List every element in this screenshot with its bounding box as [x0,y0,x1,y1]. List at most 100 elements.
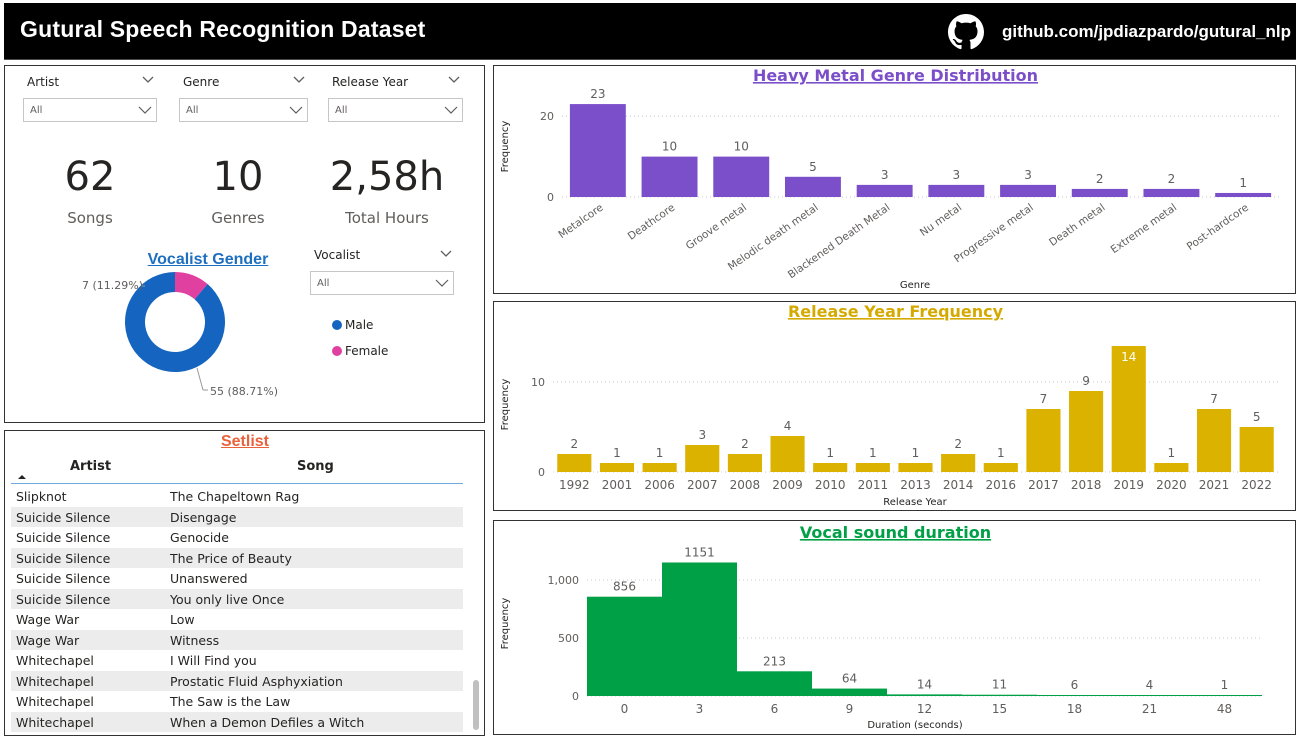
chevron-down-icon [289,106,303,114]
x-tick-label: 2021 [1199,478,1230,492]
column-header-artist[interactable]: Artist [70,459,111,474]
bar[interactable] [599,463,635,472]
artist-cell: Suicide Silence [16,550,111,566]
legend-male[interactable]: Male [332,318,373,332]
legend-male-label: Male [345,318,374,332]
bar[interactable] [1239,427,1274,472]
bar[interactable] [1069,391,1104,472]
bar[interactable] [856,184,913,197]
header-bar: Gutural Speech Recognition Dataset githu… [4,3,1296,60]
bar[interactable] [812,688,887,696]
artist-cell: Whitechapel [16,673,94,689]
genre-dropdown-value: All [186,105,199,116]
bar[interactable] [1196,409,1232,472]
song-cell: Low [170,612,195,627]
bar[interactable] [1143,188,1200,197]
artist-cell: Suicide Silence [16,530,111,545]
release-year-slicer-label: Release Year [332,75,409,89]
artist-dropdown[interactable]: All [23,98,157,122]
data-label: 1 [869,446,877,460]
bar[interactable] [898,463,933,472]
data-label: 1 [1168,446,1176,460]
sort-ascending-icon[interactable] [17,474,27,480]
chevron-down-icon[interactable] [142,76,154,84]
table-row[interactable]: Suicide Silence Genocide [11,527,463,548]
x-tick-label: Deathcore [626,202,678,243]
chevron-down-icon [138,106,152,114]
bar[interactable] [713,156,770,197]
table-row[interactable]: Slipknot The Chapeltown Rag [11,486,463,507]
y-tick-label: 10 [531,376,545,389]
chevron-down-icon[interactable] [293,76,305,84]
bar[interactable] [557,454,592,472]
bar[interactable] [855,463,890,472]
bar[interactable] [1111,346,1146,472]
github-icon[interactable] [948,14,984,50]
legend-female-label: Female [345,344,389,358]
bar[interactable] [737,671,812,696]
chevron-down-icon[interactable] [448,76,460,84]
x-tick-label: 1992 [559,478,590,492]
genre-dropdown[interactable]: All [179,98,308,122]
x-tick-label: Death metal [1047,202,1107,249]
bar[interactable] [983,463,1018,472]
table-row[interactable]: Suicide Silence Disengage [11,506,463,527]
table-row[interactable]: Whitechapel I Will Find you [11,650,463,671]
data-label: 1 [656,446,664,460]
x-tick-label: 0 [621,702,629,716]
bar[interactable] [1187,695,1262,696]
bar[interactable] [569,104,626,197]
table-row[interactable]: Wage War Witness [11,629,463,650]
data-label: 5 [1253,410,1261,424]
vocal-duration-chart: Vocal sound duration 0 500 1,000 Frequency 85… [500,523,1262,731]
legend-female-dot [332,346,342,356]
table-row[interactable]: Suicide Silence Unanswered [11,568,463,589]
artist-cell: Suicide Silence [16,509,111,525]
table-row[interactable]: Wage War Low [11,609,463,630]
bar[interactable] [1154,463,1189,472]
data-label: 5 [809,160,817,174]
bar[interactable] [1037,695,1112,696]
bar[interactable] [813,463,848,472]
bar[interactable] [1215,192,1272,197]
genre-distribution-chart: Heavy Metal Genre Distribution 0 20 Frequen… [500,66,1279,291]
artist-cell: Slipknot [16,489,67,504]
bar[interactable] [587,596,662,696]
x-tick-label: Nu metal [918,202,964,239]
x-tick-label: Extreme metal [1109,202,1180,256]
bar[interactable] [887,694,962,696]
bar[interactable] [941,454,976,472]
bar[interactable] [1071,188,1128,197]
data-label: 6 [1071,678,1079,692]
y-axis-label: Frequency [500,121,511,173]
bar[interactable] [784,176,841,197]
github-link[interactable]: github.com/jpdiazpardo/gutural_nlp [1002,22,1291,42]
song-cell: I Will Find you [170,653,257,668]
bar[interactable] [642,463,677,472]
artist-slicer-label: Artist [27,75,60,89]
release-year-dropdown[interactable]: All [328,98,463,122]
bar[interactable] [1026,409,1061,472]
bar[interactable] [662,562,737,696]
bar[interactable] [727,454,762,472]
vocalist-dropdown[interactable]: All [310,271,454,295]
table-row[interactable]: Whitechapel The Saw is the Law [11,691,463,712]
table-row[interactable]: Whitechapel Prostatic Fluid Asphyxiation [11,670,463,691]
song-cell: The Saw is the Law [170,694,291,709]
table-row[interactable]: Suicide Silence You only live Once [11,588,463,609]
bar[interactable] [962,694,1037,696]
data-label: 2 [571,437,579,451]
legend-female[interactable]: Female [332,344,388,358]
table-row[interactable]: Whitechapel When a Demon Defiles a Witch [11,711,463,732]
bar[interactable] [1112,695,1187,696]
bar[interactable] [685,445,720,472]
setlist-scrollbar[interactable] [473,680,479,730]
male-label-leader [196,367,204,391]
bar[interactable] [641,156,698,197]
column-header-song[interactable]: Song [297,459,334,474]
bar[interactable] [770,436,805,472]
bar[interactable] [1000,184,1057,197]
bar[interactable] [928,184,985,197]
chevron-down-icon[interactable] [440,250,452,258]
table-row[interactable]: Suicide Silence The Price of Beauty [11,547,463,568]
